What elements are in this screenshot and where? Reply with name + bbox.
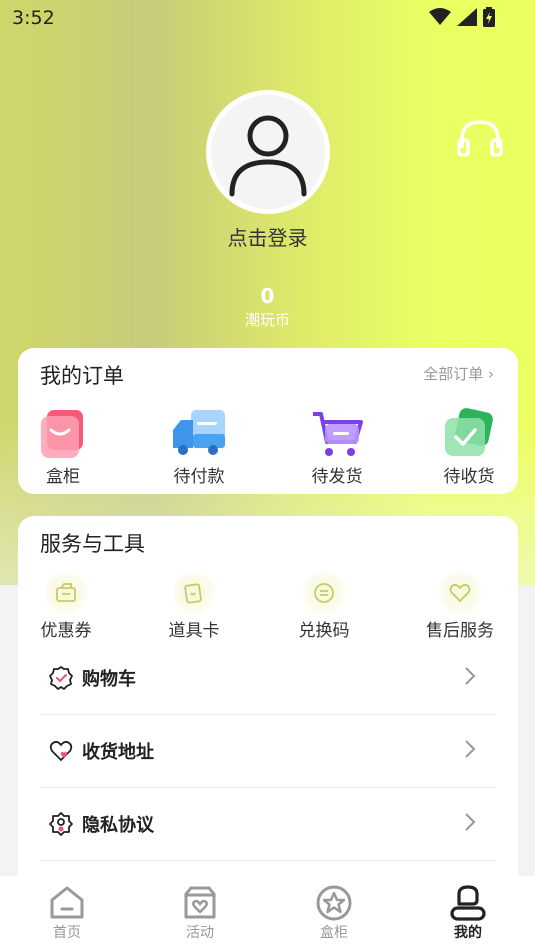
battery-icon: [483, 7, 495, 27]
menu-label: 收货地址: [82, 742, 154, 763]
profile-icon: [450, 885, 486, 921]
coins-label: 潮玩币: [244, 311, 290, 329]
menu-row-privacy[interactable]: 隐私协议: [40, 788, 496, 861]
address-heart-icon: [49, 740, 73, 762]
service-label: 优惠券: [40, 621, 92, 641]
order-label: 待付款: [173, 467, 225, 487]
tab-label: 我的: [454, 925, 482, 941]
cart-icon: [307, 408, 367, 460]
order-label: 盒柜: [46, 467, 80, 487]
tab-label: 活动: [186, 925, 214, 941]
service-label: 售后服务: [426, 621, 494, 641]
customer-service-button[interactable]: [456, 118, 504, 160]
truck-icon: [169, 408, 229, 460]
service-prop-card[interactable]: 道具卡: [144, 572, 244, 641]
tab-activity[interactable]: 活动: [160, 884, 240, 942]
avatar[interactable]: [206, 90, 330, 214]
status-bar: 3:52: [0, 0, 535, 36]
star-icon: [316, 885, 352, 921]
order-item-pending-receipt[interactable]: 待收货: [424, 408, 514, 487]
chevron-right-icon: [465, 813, 476, 831]
services-title: 服务与工具: [40, 532, 145, 556]
orders-title: 我的订单: [40, 364, 124, 388]
after-sales-icon: [439, 572, 481, 614]
menu-label: 隐私协议: [82, 815, 154, 836]
service-redeem-code[interactable]: 兑换码: [274, 572, 374, 641]
activity-icon: [184, 886, 216, 919]
coins-value[interactable]: 0: [0, 284, 535, 308]
menu-row-shopping-cart[interactable]: 购物车: [40, 642, 496, 715]
order-label: 待发货: [311, 467, 363, 487]
login-link[interactable]: 点击登录: [0, 222, 535, 251]
order-label: 待收货: [443, 467, 495, 487]
check-box-icon: [439, 408, 499, 460]
chevron-right-icon: [465, 740, 476, 758]
tab-home[interactable]: 首页: [27, 884, 107, 942]
status-time: 3:52: [12, 7, 55, 29]
order-item-pending-payment[interactable]: 待付款: [154, 408, 244, 487]
tab-label: 盒柜: [320, 925, 348, 941]
service-label: 道具卡: [168, 621, 220, 641]
tab-profile[interactable]: 我的: [428, 884, 508, 942]
coupon-icon: [45, 572, 87, 614]
privacy-icon: [49, 812, 73, 836]
service-after-sales[interactable]: 售后服务: [410, 572, 510, 641]
order-item-pending-shipment[interactable]: 待发货: [292, 408, 382, 487]
headset-icon: [457, 120, 503, 157]
menu-label: 购物车: [82, 669, 136, 690]
status-icons: [429, 7, 495, 27]
wifi-icon: [429, 8, 451, 25]
orders-card: 我的订单 全部订单 › 盒柜 待付款 待发货 待收货: [18, 348, 518, 494]
service-label: 兑换码: [298, 621, 350, 641]
home-icon: [50, 886, 84, 919]
chevron-right-icon: [465, 667, 476, 685]
tab-label: 首页: [53, 925, 81, 941]
user-silhouette-icon: [229, 115, 307, 197]
services-card: 服务与工具 优惠券 道具卡 兑换码 售后服务 购物车 收货地址 隐私协议: [18, 516, 518, 896]
shopping-cart-badge-icon: [49, 666, 73, 690]
prop-card-icon: [173, 572, 215, 614]
service-coupon[interactable]: 优惠券: [16, 572, 116, 641]
order-item-box-cabinet[interactable]: 盒柜: [18, 408, 108, 487]
all-orders-link[interactable]: 全部订单 ›: [423, 363, 494, 384]
redeem-code-icon: [303, 572, 345, 614]
tab-box-cabinet[interactable]: 盒柜: [294, 884, 374, 942]
menu-row-address[interactable]: 收货地址: [40, 715, 496, 788]
signal-icon: [457, 8, 477, 26]
bottom-tab-bar: 首页 活动 盒柜 我的: [0, 876, 535, 951]
box-cabinet-icon: [33, 408, 93, 460]
